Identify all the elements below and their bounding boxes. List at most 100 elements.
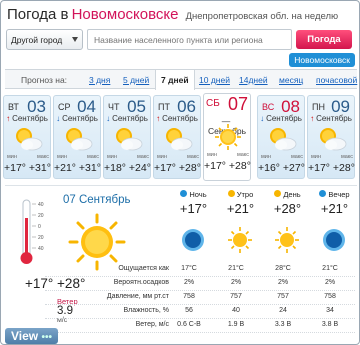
period-temp: +17° [179,201,208,216]
sun-dot-icon [274,190,282,197]
table-row: Давление, мм рт.ст 758 757 757 758 [45,291,355,305]
day-temps: +17° +28° [154,162,201,174]
min-max-labels: мин макс [57,154,99,160]
cell: 28°C [275,265,291,272]
min-max-labels: мин макс [207,152,249,158]
moon-icon [323,229,345,251]
trend-down-icon: ↓ [260,114,265,123]
cell: 17°C [181,265,197,272]
min-max-labels: мин макс [311,154,353,160]
day-temps: +18° +24° [104,162,151,174]
day-temps: +17° +28° [308,162,355,174]
tab-10-days[interactable]: 10 дней [199,75,230,85]
cell: 24 [279,307,287,314]
cell: 34 [326,307,334,314]
day-card[interactable]: СР 04 ↓ Сентябрь мин макс +21° +31° [53,95,101,179]
thermo-tick: 40 [38,246,44,252]
cell: 40 [232,307,240,314]
cell: 2% [183,279,195,286]
trend-up-icon: ↑ [156,114,161,123]
days-strip: ‹ ВТ 03 ↑Сентябрь минмакс +17° +31° СР 0… [1,93,359,183]
row-label: Ветер, м/с [135,321,169,328]
forecast-tabs: Прогноз на: 3 дня 5 дней 7 дней 10 дней … [5,69,357,90]
trend-down-icon: ↓ [106,114,111,123]
day-month: ↓ Сентябрь [56,114,98,123]
day-month: ↓ Сентябрь [260,114,302,123]
table-row: Влажность, % 56 40 24 34 [45,305,355,319]
detail-date: 07 Сентябрь [63,194,131,206]
sun-cloud-icon [270,128,297,151]
day-month: ↑ Сентябрь [310,114,352,123]
day-month: ↑ Сентябрь [156,114,198,123]
table-row: Ощущается как 17°C 21°C 28°C 21°C [45,263,355,277]
period-day: День +28° [264,186,311,262]
moon-dot-icon [319,190,327,197]
cell: 3.3 В [274,321,292,328]
cell: 3.8 В [321,321,339,328]
day-temps: +16° +27° [258,162,305,174]
sun-icon [275,227,299,253]
day-card[interactable]: ВТ 03 ↑ Сентябрь мин макс +17° +31° [3,95,51,179]
city-dropdown[interactable]: Другой город [6,29,83,50]
min-max-labels: мин макс [7,154,49,160]
search-input[interactable] [87,29,292,50]
tab-hourly[interactable]: почасовой [316,75,357,85]
cell: 1.9 В [227,321,245,328]
cell: 56 [185,307,193,314]
cell: 757 [277,293,289,300]
day-month: ↑ Сентябрь [6,114,48,123]
sun-cloud-icon [116,128,143,151]
thermo-tick: 20 [38,213,44,219]
sun-icon [228,227,252,253]
table-row: Ветер, м/с 0.6 С-В 1.9 В 3.3 В 3.8 В [45,319,355,333]
day-number: 07 [227,94,248,114]
day-temps: +17° +28° [204,160,251,172]
period-name: Утро [217,190,264,199]
row-label: Влажность, % [123,307,169,314]
sun-cloud-icon [66,128,93,151]
min-max-labels: мин макс [261,154,303,160]
trend-up-icon: ↑ [310,114,315,123]
tab-7-days[interactable]: 7 дней [155,70,195,90]
day-card[interactable]: ЧТ 05 ↓ Сентябрь мин макс +18° +24° [103,95,151,179]
day-of-week: ВТ [8,102,19,112]
cell: 21°C [322,265,338,272]
row-label: Ощущается как [118,265,169,272]
day-month: ↓ Сентябрь [106,114,148,123]
city-link[interactable]: Новомосковск [289,53,355,67]
thermo-tick: 0 [38,224,41,230]
weather-search-button[interactable]: Погода [296,30,352,49]
day-card[interactable]: ПТ 06 ↑ Сентябрь мин макс +17° +28° [153,95,201,179]
cell: 758 [183,293,195,300]
period-name: День [264,190,311,199]
thermometer-icon: 40 20 0 20 40 [20,199,44,264]
thermo-tick: 40 [38,202,44,208]
search-bar: Другой город Погода [6,29,356,51]
day-card[interactable]: ВС 08 ↓ Сентябрь мин макс +16° +27° [257,95,305,179]
city-name: Новомосковске [71,6,179,23]
cell: 757 [230,293,242,300]
row-label: Вероятн.осадков [113,279,169,286]
thermo-tick: 20 [38,235,44,241]
period-temp: +28° [273,201,302,216]
period-morning: Утро +21° [217,186,264,262]
min-max-labels: мин макс [107,154,149,160]
tab-month[interactable]: месяц [279,75,303,85]
table-row: Вероятн.осадков 2% 2% 2% 2% [45,277,355,291]
moon-dot-icon [180,190,188,197]
day-card-selected[interactable]: СБ 07 —Сентябрь минмакс +17° +28° [203,93,251,181]
tab-5-days[interactable]: 5 дней [123,75,149,85]
day-card[interactable]: ПН 09 ↑ Сентябрь мин макс +17° +28° [307,95,355,179]
tab-3-days[interactable]: 3 дня [89,75,110,85]
sun-icon [215,124,241,150]
cell: 2% [230,279,242,286]
day-of-week: ВС [262,102,275,112]
trend-down-icon: ↓ [56,114,61,123]
tab-14-days[interactable]: 14дней [239,75,268,85]
day-of-week: ПН [312,102,325,112]
period-name: Ночь [170,190,217,199]
view-watermark: View ••• [5,328,58,344]
cell: 758 [324,293,336,300]
period-temp: +21° [226,201,255,216]
period-evening: Вечер +21° [311,186,358,262]
